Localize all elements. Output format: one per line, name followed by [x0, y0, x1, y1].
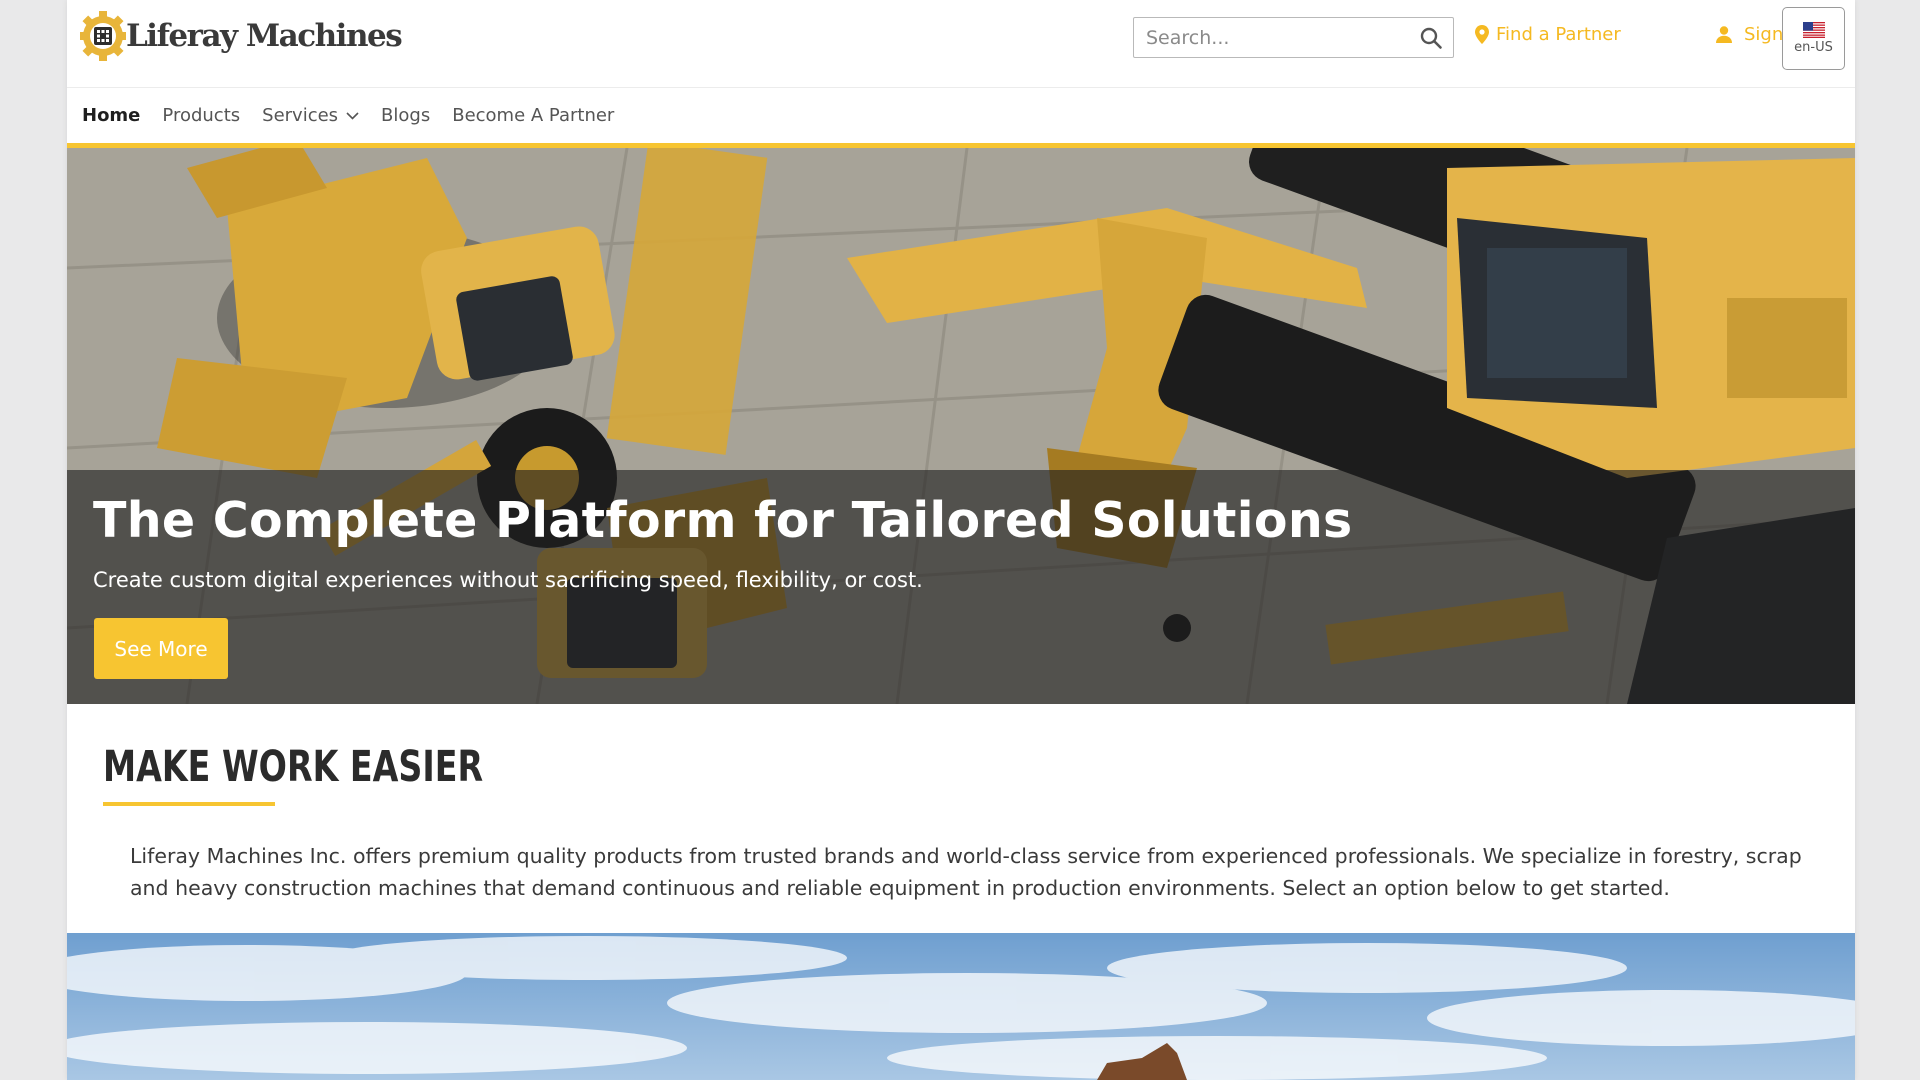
chevron-down-icon: [346, 111, 359, 120]
nav-blogs[interactable]: Blogs: [381, 105, 430, 126]
section-title-underline: [103, 802, 275, 806]
nav-services-label: Services: [262, 105, 339, 126]
nav-become-partner-label: Become A Partner: [452, 105, 615, 126]
nav-become-partner[interactable]: Become A Partner: [452, 105, 614, 126]
brand-name: Liferay Machines: [126, 18, 403, 54]
see-more-button[interactable]: See More: [94, 618, 228, 679]
language-code: en-US: [1794, 40, 1833, 55]
hero-banner: The Complete Platform for Tailored Solut…: [67, 148, 1855, 704]
us-flag-icon: [1802, 22, 1825, 38]
map-pin-icon: [1475, 25, 1489, 44]
section-body: Liferay Machines Inc. offers premium qua…: [130, 844, 1802, 900]
nav-home-label: Home: [82, 105, 141, 126]
user-icon: [1716, 26, 1732, 43]
page: Liferay Machines Find a Partner: [67, 0, 1855, 1080]
section-title: MAKE WORK EASIER: [103, 742, 484, 792]
search-box: [1133, 17, 1454, 58]
search-icon[interactable]: [1409, 18, 1453, 57]
nav-products-label: Products: [162, 105, 241, 126]
search-input[interactable]: [1134, 18, 1409, 57]
nav-blogs-label: Blogs: [381, 105, 431, 126]
sky-banner-image: [67, 933, 1855, 1080]
hero-title: The Complete Platform for Tailored Solut…: [93, 492, 1353, 549]
gear-logo-icon: [78, 8, 128, 64]
intro-section: MAKE WORK EASIER Liferay Machines Inc. o…: [67, 704, 1855, 932]
header: Liferay Machines Find a Partner: [67, 0, 1855, 88]
main-nav: Home Products Services Blogs Become A Pa…: [67, 88, 1855, 143]
language-selector[interactable]: en-US: [1782, 7, 1845, 70]
nav-services[interactable]: Services: [262, 105, 359, 126]
hero-subtitle: Create custom digital experiences withou…: [93, 568, 923, 592]
find-partner-link[interactable]: Find a Partner: [1475, 24, 1621, 45]
nav-products[interactable]: Products: [162, 105, 240, 126]
find-partner-label: Find a Partner: [1496, 24, 1621, 45]
brand-logo-link[interactable]: Liferay Machines: [78, 8, 403, 64]
nav-home[interactable]: Home: [82, 105, 140, 126]
